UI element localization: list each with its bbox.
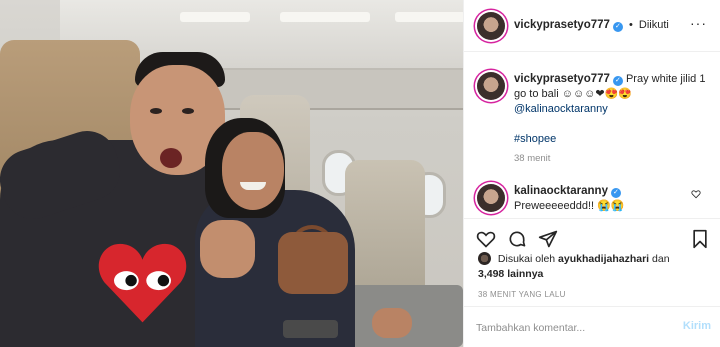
woman-smile xyxy=(240,182,266,190)
comment-emojis: 😭😭 xyxy=(597,200,625,212)
man-eye xyxy=(150,108,162,114)
ceiling-light xyxy=(395,12,463,22)
author-avatar[interactable] xyxy=(477,12,505,40)
hand-gesture xyxy=(200,220,255,278)
caption-mention-link[interactable]: @kalinaocktaranny xyxy=(514,103,608,115)
comment: kalinaocktaranny ✓ Preweeeeeddd!! 😭😭 xyxy=(514,184,684,214)
like-icon[interactable] xyxy=(476,229,496,249)
save-icon[interactable] xyxy=(690,229,710,249)
separator-dot: • xyxy=(628,19,633,31)
caption-avatar[interactable] xyxy=(477,72,505,100)
comment-input[interactable] xyxy=(476,319,666,337)
author-username[interactable]: vickyprasetyo777 xyxy=(514,19,610,31)
action-bar xyxy=(464,218,720,256)
ceiling-light xyxy=(280,12,370,22)
heart-logo-icon xyxy=(98,243,187,323)
caption: vickyprasetyo777 ✓ Pray white jilid 1 go … xyxy=(514,72,714,147)
likes-prefix: Disukai oleh xyxy=(497,253,556,265)
post-header: vickyprasetyo777 ✓ • Diikuti ··· xyxy=(464,0,720,52)
likes-connector: dan xyxy=(652,253,670,265)
man-eye xyxy=(182,108,194,114)
caption-time: 38 menit xyxy=(514,153,551,164)
header-user-line: vickyprasetyo777 ✓ • Diikuti xyxy=(514,19,669,32)
man-mouth xyxy=(160,148,182,168)
caption-emojis: ☺☺☺❤😍😍 xyxy=(561,88,633,100)
comment-text: Preweeeeeddd!! xyxy=(514,200,595,212)
follow-status-button[interactable]: Diikuti xyxy=(639,19,669,31)
comment-like-icon[interactable] xyxy=(691,189,701,199)
ceiling-light xyxy=(180,12,250,22)
verified-icon: ✓ xyxy=(612,76,623,86)
commenter-avatar[interactable] xyxy=(477,184,505,212)
caption-hashtag-link[interactable]: #shopee xyxy=(514,133,556,145)
post-side-panel: vickyprasetyo777 ✓ • Diikuti ··· vickypra… xyxy=(463,0,720,347)
liker-avatar[interactable] xyxy=(478,252,491,265)
more-icon[interactable]: ··· xyxy=(690,16,707,30)
woman-face xyxy=(222,132,284,210)
phone xyxy=(283,320,338,338)
handbag xyxy=(278,232,348,294)
post-time: 38 MENIT YANG LALU xyxy=(478,290,566,299)
comment-username[interactable]: kalinaocktaranny xyxy=(514,185,608,197)
verified-icon: ✓ xyxy=(612,22,623,32)
likes-summary: Disukai oleh ayukhadijahazhari dan 3,498… xyxy=(478,252,713,282)
verified-icon: ✓ xyxy=(610,188,621,198)
likes-count-link[interactable]: 3,498 lainnya xyxy=(478,268,543,280)
woman-hand xyxy=(372,308,412,338)
share-icon[interactable] xyxy=(538,229,558,249)
comment-bar: Kirim xyxy=(464,306,720,347)
send-comment-button[interactable]: Kirim xyxy=(683,320,711,332)
liker-username[interactable]: ayukhadijahazhari xyxy=(558,253,649,265)
caption-username[interactable]: vickyprasetyo777 xyxy=(514,73,610,85)
post-photo[interactable] xyxy=(0,0,463,347)
comment-icon[interactable] xyxy=(507,229,527,249)
